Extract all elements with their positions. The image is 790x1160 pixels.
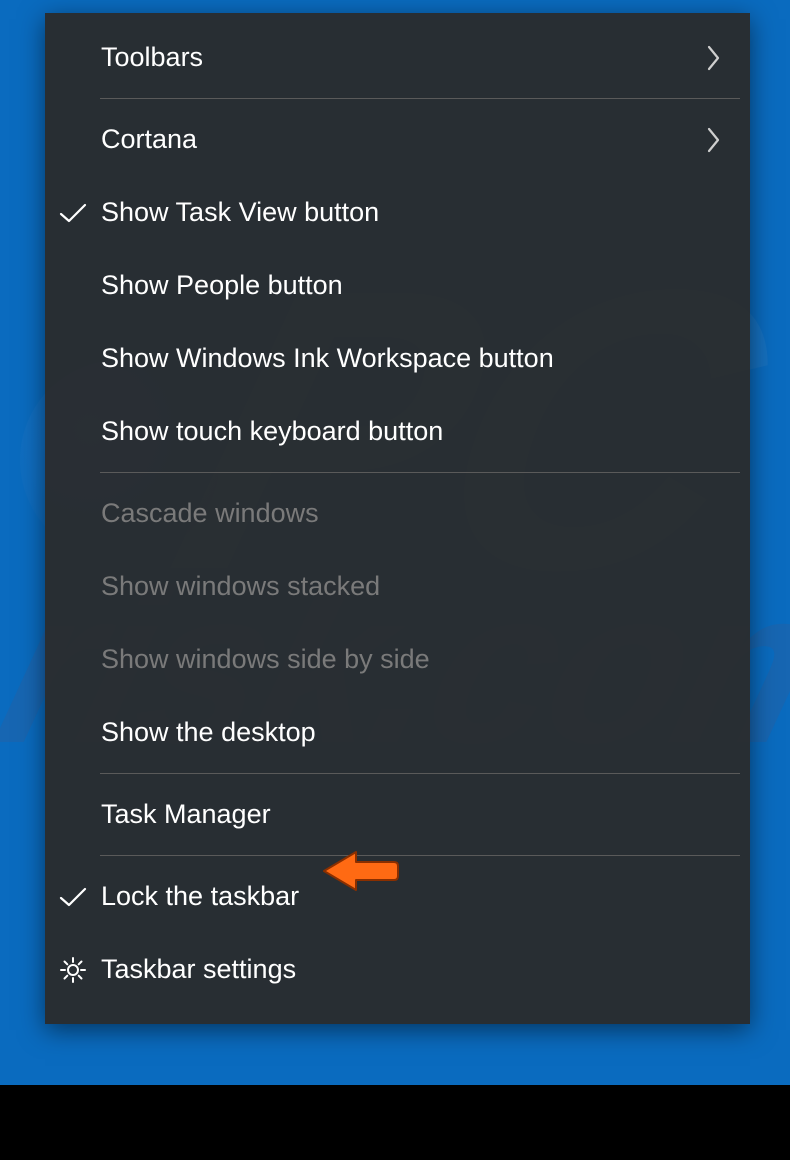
gear-icon — [45, 956, 101, 984]
menu-label: Cascade windows — [101, 498, 682, 529]
menu-item-show-side-by-side: Show windows side by side — [45, 623, 750, 696]
menu-item-show-people[interactable]: Show People button — [45, 249, 750, 322]
chevron-right-icon — [682, 44, 722, 72]
menu-label: Toolbars — [101, 42, 682, 73]
menu-separator — [100, 773, 740, 774]
menu-item-show-stacked: Show windows stacked — [45, 550, 750, 623]
menu-item-taskbar-settings[interactable]: Taskbar settings — [45, 933, 750, 1006]
menu-separator — [100, 855, 740, 856]
menu-label: Show touch keyboard button — [101, 416, 682, 447]
chevron-right-icon — [682, 126, 722, 154]
menu-separator — [100, 472, 740, 473]
menu-item-task-manager[interactable]: Task Manager — [45, 778, 750, 851]
menu-label: Cortana — [101, 124, 682, 155]
menu-item-cascade-windows: Cascade windows — [45, 477, 750, 550]
menu-item-lock-taskbar[interactable]: Lock the taskbar — [45, 860, 750, 933]
menu-item-show-ink-workspace[interactable]: Show Windows Ink Workspace button — [45, 322, 750, 395]
menu-label: Task Manager — [101, 799, 682, 830]
menu-label: Show windows stacked — [101, 571, 682, 602]
menu-label: Show the desktop — [101, 717, 682, 748]
taskbar-context-menu: Toolbars Cortana Show Task View button — [45, 13, 750, 1024]
desktop-background: PC risk.com Toolbars Cortana Show Task — [0, 0, 790, 1160]
menu-label: Show windows side by side — [101, 644, 682, 675]
menu-item-show-desktop[interactable]: Show the desktop — [45, 696, 750, 769]
menu-item-show-touch-keyboard[interactable]: Show touch keyboard button — [45, 395, 750, 468]
menu-label: Lock the taskbar — [101, 881, 682, 912]
menu-label: Show People button — [101, 270, 682, 301]
menu-item-cortana[interactable]: Cortana — [45, 103, 750, 176]
menu-label: Show Task View button — [101, 197, 682, 228]
checkmark-icon — [45, 885, 101, 909]
menu-item-toolbars[interactable]: Toolbars — [45, 21, 750, 94]
menu-separator — [100, 98, 740, 99]
checkmark-icon — [45, 201, 101, 225]
menu-label: Show Windows Ink Workspace button — [101, 343, 682, 374]
menu-item-show-task-view[interactable]: Show Task View button — [45, 176, 750, 249]
menu-label: Taskbar settings — [101, 954, 682, 985]
